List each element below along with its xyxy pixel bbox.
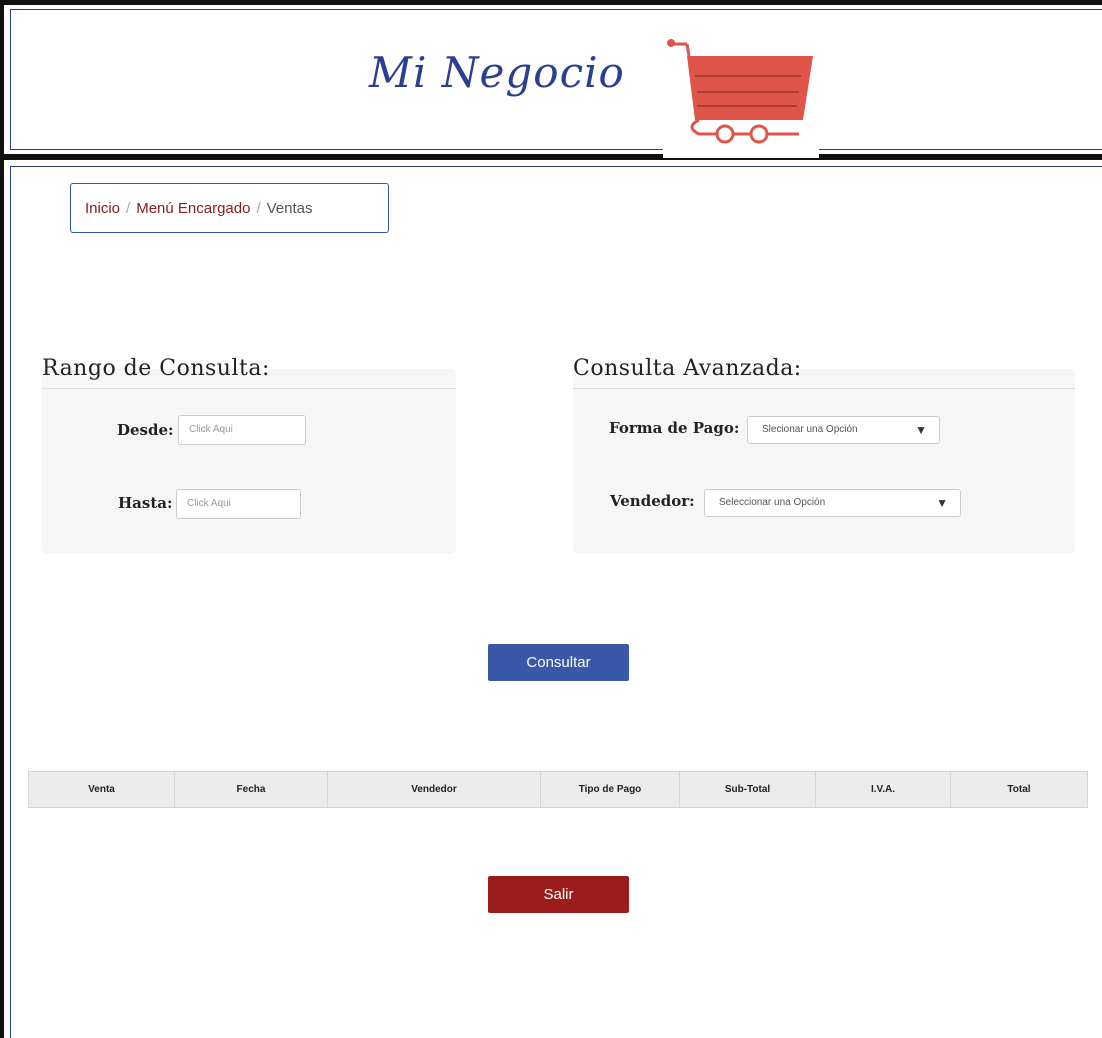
vendedor-select[interactable]: Seleccionar una Opción ▼ bbox=[704, 489, 961, 517]
col-venta: Venta bbox=[29, 772, 175, 807]
consultar-button[interactable]: Consultar bbox=[488, 644, 629, 681]
logo bbox=[663, 30, 819, 158]
results-table-header: Venta Fecha Vendedor Tipo de Pago Sub-To… bbox=[28, 771, 1088, 808]
breadcrumb-inicio[interactable]: Inicio bbox=[85, 200, 120, 217]
col-fecha: Fecha bbox=[175, 772, 328, 807]
forma-pago-select[interactable]: Slecionar una Opción ▼ bbox=[747, 416, 940, 444]
vendedor-label: Vendedor: bbox=[610, 492, 695, 510]
col-iva: I.V.A. bbox=[816, 772, 951, 807]
shopping-cart-icon bbox=[667, 39, 813, 144]
breadcrumb-separator: / bbox=[256, 200, 261, 217]
hasta-label: Hasta: bbox=[118, 494, 173, 512]
forma-pago-value: Slecionar una Opción bbox=[762, 424, 858, 435]
breadcrumb-separator: / bbox=[126, 200, 131, 217]
forma-pago-label: Forma de Pago: bbox=[609, 419, 740, 437]
rango-panel bbox=[42, 369, 456, 554]
rango-title: Rango de Consulta: bbox=[42, 356, 270, 381]
avanzada-panel bbox=[573, 369, 1075, 554]
col-tipo-pago: Tipo de Pago bbox=[541, 772, 680, 807]
chevron-down-icon: ▼ bbox=[915, 423, 927, 437]
breadcrumb-ventas: Ventas bbox=[266, 200, 313, 217]
avanzada-title: Consulta Avanzada: bbox=[573, 356, 802, 381]
breadcrumb-menu-encargado[interactable]: Menú Encargado bbox=[136, 200, 250, 217]
col-sub-total: Sub-Total bbox=[680, 772, 816, 807]
col-vendedor: Vendedor bbox=[328, 772, 541, 807]
salir-button[interactable]: Salir bbox=[488, 876, 629, 913]
hasta-input[interactable]: Click Aqui bbox=[176, 489, 301, 519]
brand-name: Mi Negocio bbox=[369, 48, 625, 97]
chevron-down-icon: ▼ bbox=[936, 496, 948, 510]
breadcrumb: Inicio / Menú Encargado / Ventas bbox=[70, 183, 389, 233]
col-total: Total bbox=[1007, 784, 1031, 795]
avanzada-divider bbox=[573, 388, 1075, 389]
vendedor-value: Seleccionar una Opción bbox=[719, 497, 826, 508]
desde-input[interactable]: Click Aqui bbox=[178, 415, 306, 445]
rango-divider bbox=[42, 388, 456, 389]
desde-label: Desde: bbox=[117, 421, 174, 439]
